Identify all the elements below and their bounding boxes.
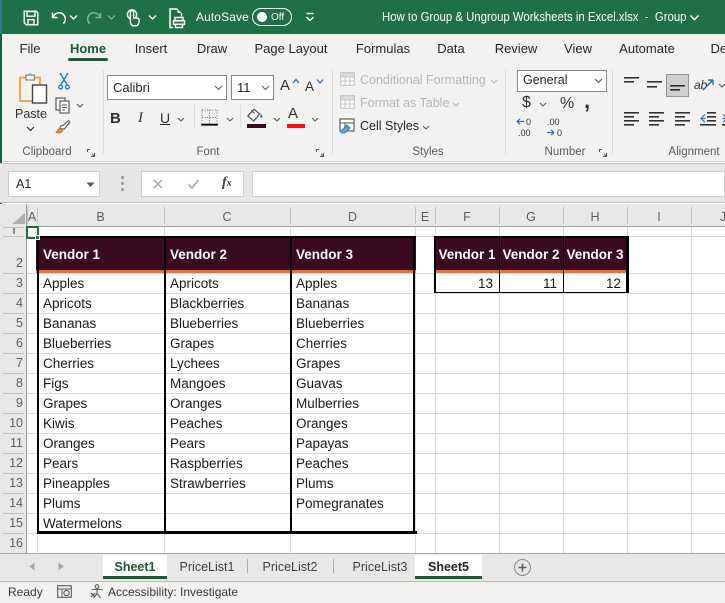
svg-text:.00: .00	[518, 128, 531, 138]
svg-text:0: 0	[526, 117, 531, 127]
svg-text:0: 0	[557, 128, 562, 138]
svg-text:.00: .00	[547, 117, 560, 127]
